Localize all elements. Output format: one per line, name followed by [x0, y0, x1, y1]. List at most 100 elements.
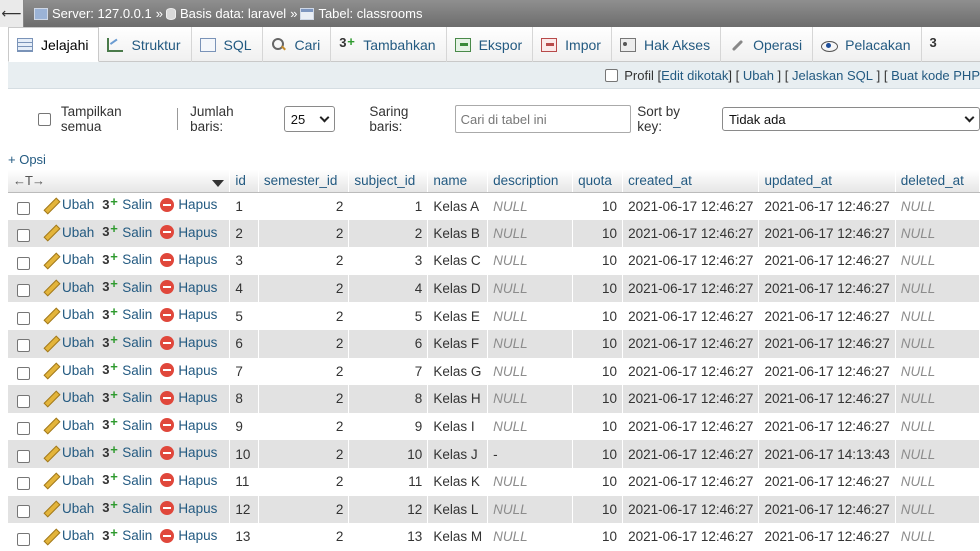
cell-semester-id[interactable]: 2 — [258, 385, 350, 413]
cell-subject-id[interactable]: 9 — [348, 412, 429, 441]
table-row[interactable]: UbahSalinHapus222Kelas BNULL102021-06-17… — [8, 219, 980, 248]
table-row[interactable]: UbahSalinHapus10210Kelas J-102021-06-17 … — [8, 440, 980, 468]
cell-id[interactable]: 8 — [229, 385, 259, 413]
cell-created-at[interactable]: 2021-06-17 12:46:27 — [622, 219, 760, 248]
cell-deleted-at[interactable]: NULL — [895, 247, 980, 275]
cell-quota[interactable]: 10 — [572, 523, 624, 551]
row-checkbox[interactable] — [17, 311, 30, 325]
column-header-subject-id[interactable]: subject_id — [348, 170, 429, 193]
edit-row-button[interactable]: Ubah — [44, 225, 94, 240]
cell-quota[interactable]: 10 — [572, 302, 624, 330]
cell-semester-id[interactable]: 2 — [258, 192, 350, 220]
edit-row-button[interactable]: Ubah — [44, 418, 94, 433]
cell-name[interactable]: Kelas G — [427, 357, 489, 386]
edit-row-button[interactable]: Ubah — [44, 280, 94, 295]
table-row[interactable]: UbahSalinHapus929Kelas INULL102021-06-17… — [8, 412, 980, 441]
cell-id[interactable]: 3 — [229, 247, 259, 275]
table-row[interactable]: UbahSalinHapus121Kelas ANULL102021-06-17… — [8, 192, 980, 220]
cell-deleted-at[interactable]: NULL — [895, 357, 980, 386]
cell-quota[interactable]: 10 — [572, 412, 624, 441]
delete-row-button[interactable]: Hapus — [160, 307, 217, 322]
delete-row-button[interactable]: Hapus — [160, 528, 217, 543]
tab-browse[interactable]: Jelajahi — [8, 27, 100, 62]
cell-description[interactable]: NULL — [487, 219, 574, 248]
edit-row-button[interactable]: Ubah — [44, 335, 94, 350]
cell-semester-id[interactable]: 2 — [258, 219, 350, 248]
cell-name[interactable]: Kelas L — [427, 495, 489, 524]
cell-quota[interactable]: 10 — [572, 467, 624, 496]
filter-rows-input[interactable]: Cari di tabel ini — [454, 105, 632, 133]
cell-semester-id[interactable]: 2 — [258, 357, 350, 386]
cell-deleted-at[interactable]: NULL — [895, 523, 980, 551]
edit-sql-link[interactable]: Ubah — [743, 68, 774, 83]
cell-name[interactable]: Kelas H — [427, 385, 489, 413]
table-row[interactable]: UbahSalinHapus13213Kelas MNULL102021-06-… — [8, 523, 980, 551]
cell-name[interactable]: Kelas M — [427, 523, 489, 551]
table-row[interactable]: UbahSalinHapus424Kelas DNULL102021-06-17… — [8, 274, 980, 303]
cell-created-at[interactable]: 2021-06-17 12:46:27 — [622, 247, 760, 275]
delete-row-button[interactable]: Hapus — [160, 280, 217, 295]
cell-semester-id[interactable]: 2 — [258, 247, 350, 275]
copy-row-button[interactable]: Salin — [102, 470, 152, 488]
cell-subject-id[interactable]: 10 — [348, 440, 429, 468]
edit-row-button[interactable]: Ubah — [44, 445, 94, 460]
tab-operations[interactable]: Operasi — [721, 27, 814, 62]
cell-created-at[interactable]: 2021-06-17 12:46:27 — [622, 192, 760, 220]
row-checkbox[interactable] — [17, 201, 30, 215]
cell-description[interactable]: NULL — [487, 274, 574, 303]
cell-id[interactable]: 2 — [229, 219, 259, 248]
cell-created-at[interactable]: 2021-06-17 12:46:27 — [622, 385, 760, 413]
cell-name[interactable]: Kelas B — [427, 219, 489, 248]
cell-description[interactable]: NULL — [487, 495, 574, 524]
cell-subject-id[interactable]: 8 — [348, 385, 429, 413]
options-link[interactable]: + Opsi — [8, 152, 46, 167]
cell-updated-at[interactable]: 2021-06-17 12:46:27 — [758, 467, 896, 496]
cell-created-at[interactable]: 2021-06-17 12:46:27 — [622, 329, 760, 358]
show-all-checkbox[interactable] — [38, 112, 51, 126]
cell-quota[interactable]: 10 — [572, 329, 624, 358]
column-header-quota[interactable]: quota — [572, 170, 624, 193]
back-arrow-icon[interactable]: ⟵ — [0, 0, 24, 27]
cell-subject-id[interactable]: 11 — [348, 467, 429, 496]
cell-description[interactable]: NULL — [487, 412, 574, 441]
copy-row-button[interactable]: Salin — [102, 388, 152, 406]
cell-quota[interactable]: 10 — [572, 357, 624, 386]
cell-description[interactable]: NULL — [487, 523, 574, 551]
cell-created-at[interactable]: 2021-06-17 12:46:27 — [622, 495, 760, 524]
delete-row-button[interactable]: Hapus — [160, 390, 217, 405]
cell-semester-id[interactable]: 2 — [258, 329, 350, 358]
cell-created-at[interactable]: 2021-06-17 12:46:27 — [622, 412, 760, 441]
cell-subject-id[interactable]: 6 — [348, 329, 429, 358]
cell-name[interactable]: Kelas K — [427, 467, 489, 496]
cell-id[interactable]: 1 — [229, 192, 259, 220]
cell-name[interactable]: Kelas A — [427, 192, 489, 220]
cell-description[interactable]: NULL — [487, 329, 574, 358]
cell-semester-id[interactable]: 2 — [258, 495, 350, 524]
cell-description[interactable]: NULL — [487, 385, 574, 413]
cell-updated-at[interactable]: 2021-06-17 14:13:43 — [758, 440, 896, 468]
sort-by-key-select[interactable]: Tidak ada — [721, 107, 980, 131]
delete-row-button[interactable]: Hapus — [160, 473, 217, 488]
column-header-semester-id[interactable]: semester_id — [258, 170, 350, 193]
create-php-code-link[interactable]: Buat kode PHP — [891, 68, 980, 83]
cell-deleted-at[interactable]: NULL — [895, 467, 980, 496]
cell-subject-id[interactable]: 12 — [348, 495, 429, 524]
cell-name[interactable]: Kelas J — [427, 440, 489, 468]
cell-created-at[interactable]: 2021-06-17 12:46:27 — [622, 357, 760, 386]
cell-subject-id[interactable]: 1 — [348, 192, 429, 220]
cell-deleted-at[interactable]: NULL — [895, 274, 980, 303]
cell-description[interactable]: NULL — [487, 467, 574, 496]
tab-tracking[interactable]: Pelacakan — [813, 27, 922, 62]
table-row[interactable]: UbahSalinHapus12212Kelas LNULL102021-06-… — [8, 495, 980, 524]
edit-inline-link[interactable]: Edit dikotak — [661, 68, 728, 83]
cell-quota[interactable]: 10 — [572, 247, 624, 275]
breadcrumb-database[interactable]: Basis data: laravel — [180, 6, 286, 21]
cell-description[interactable]: NULL — [487, 247, 574, 275]
rows-select[interactable]: 25 — [283, 106, 336, 132]
copy-row-button[interactable]: Salin — [102, 250, 152, 268]
cell-id[interactable]: 12 — [229, 495, 259, 524]
column-header-id[interactable]: id — [229, 170, 259, 193]
table-row[interactable]: UbahSalinHapus626Kelas FNULL102021-06-17… — [8, 329, 980, 358]
tab-import[interactable]: Impor — [533, 27, 612, 62]
sort-options-icon[interactable] — [212, 180, 225, 188]
